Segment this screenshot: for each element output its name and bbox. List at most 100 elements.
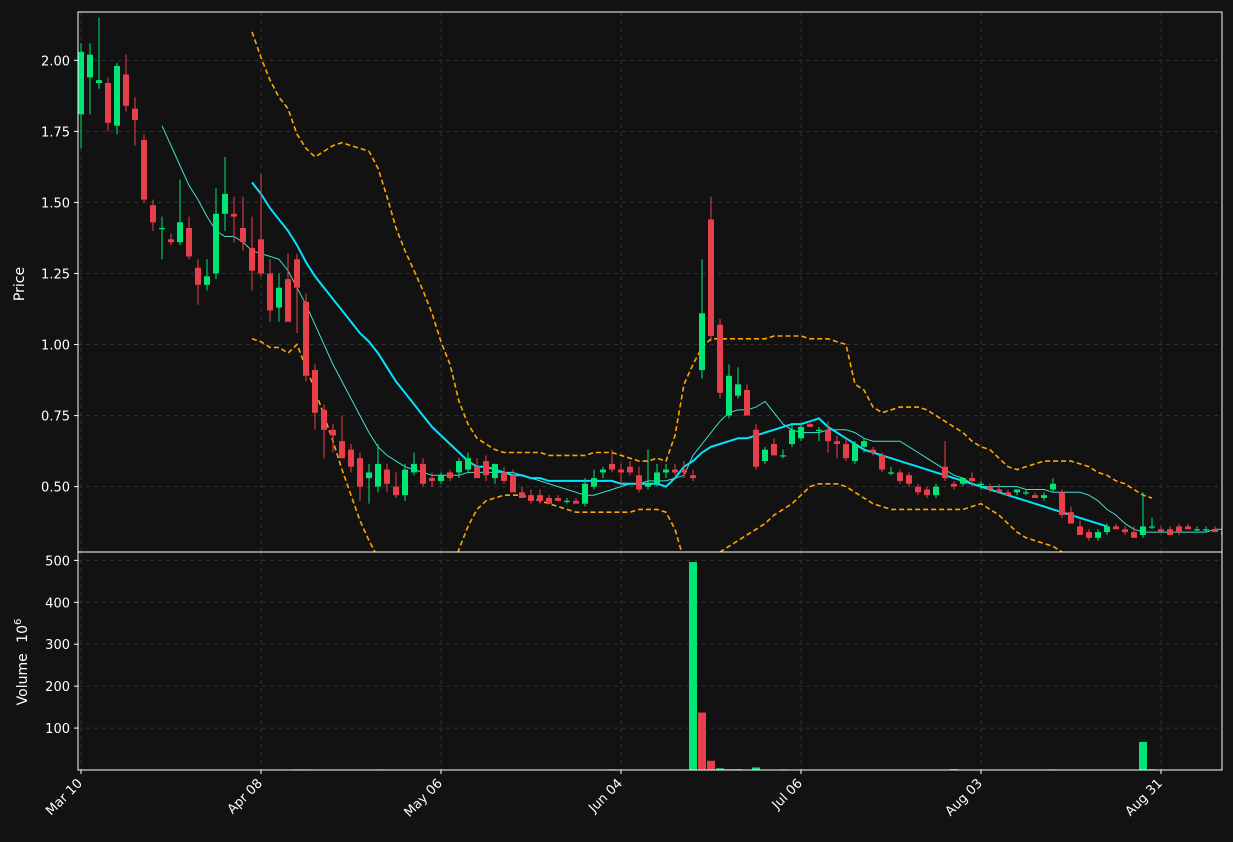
candle-body <box>897 472 903 481</box>
candle-body <box>303 301 309 376</box>
price-y-tick-label: 0.75 <box>41 410 70 425</box>
candle-body <box>645 483 651 487</box>
price-y-tick-label: 2.00 <box>41 54 70 69</box>
candle-body <box>537 495 543 501</box>
candle-body <box>627 466 633 473</box>
candle-body <box>78 51 84 115</box>
candle-body <box>1158 529 1164 533</box>
volume-axis-label-exponent-power: 6 <box>13 619 24 625</box>
candle-body <box>573 500 579 504</box>
candle-body <box>591 478 597 487</box>
candle-body <box>861 441 867 447</box>
price-y-tick-label: 0.50 <box>41 481 70 496</box>
volume-bar <box>707 760 715 770</box>
candle-body <box>402 469 408 496</box>
price-axis-label: Price <box>12 267 28 301</box>
candle-body <box>249 247 255 271</box>
candle-body <box>672 469 678 473</box>
candle-body <box>1095 532 1101 538</box>
candle-body <box>456 461 462 473</box>
candle-body <box>969 478 975 481</box>
candle-body <box>231 213 237 217</box>
volume-axis-label-space <box>15 649 31 653</box>
candle-body <box>159 228 165 230</box>
candle-body <box>528 495 534 501</box>
candle-body <box>654 472 660 484</box>
volume-bar <box>1139 741 1147 770</box>
volume-bar <box>689 562 697 770</box>
volume-axis-label-text: Volume <box>15 653 31 705</box>
candle-body <box>366 472 372 479</box>
candle-body <box>717 324 723 393</box>
candle-body <box>681 469 687 473</box>
candle-body <box>483 461 489 476</box>
candle-body <box>870 449 876 453</box>
price-y-tick-label: 1.25 <box>41 267 70 282</box>
candle-body <box>807 424 813 427</box>
volume-y-tick-label: 500 <box>45 554 70 569</box>
chart-background <box>0 0 1233 842</box>
candle-body <box>690 475 696 479</box>
candle <box>717 318 723 399</box>
volume-bar <box>698 712 706 770</box>
candle-body <box>105 83 111 123</box>
candle-body <box>186 228 192 257</box>
candle-body <box>582 483 588 504</box>
candle-body <box>915 486 921 493</box>
candle-body <box>906 475 912 484</box>
candle-body <box>177 222 183 243</box>
volume-axis-label-exponent-base: 10 <box>15 625 31 643</box>
candle-body <box>321 409 327 430</box>
candle-body <box>1023 492 1029 494</box>
candle <box>753 424 759 470</box>
candle-body <box>1077 526 1083 535</box>
candle-body <box>276 287 282 308</box>
candle-body <box>771 444 777 456</box>
candle-body <box>1176 526 1182 533</box>
candle-body <box>258 239 264 274</box>
candle-body <box>978 483 984 485</box>
candle-body <box>447 472 453 479</box>
candle-body <box>339 441 345 459</box>
candle <box>141 134 147 203</box>
candle-body <box>942 466 948 479</box>
candle-body <box>393 486 399 496</box>
candle-body <box>960 478 966 484</box>
candle <box>1059 489 1065 518</box>
candle-body <box>798 426 804 439</box>
candle <box>114 63 120 135</box>
candle-body <box>132 108 138 120</box>
candle-body <box>1050 483 1056 490</box>
candle-body <box>501 472 507 481</box>
candle-body <box>618 469 624 473</box>
candle-body <box>195 267 201 285</box>
candle-body <box>609 463 615 470</box>
price-y-tick-label: 1.50 <box>41 196 70 211</box>
candle-body <box>933 486 939 496</box>
candle-body <box>1185 526 1191 530</box>
volume-y-tick-label: 400 <box>45 596 70 611</box>
candle-body <box>357 458 363 487</box>
candle-body <box>924 489 930 496</box>
candle-body <box>1167 529 1173 535</box>
candle-body <box>348 449 354 467</box>
candle-body <box>1212 529 1218 533</box>
candle-body <box>564 500 570 503</box>
candle-body <box>312 370 318 413</box>
candle-body <box>1203 529 1209 531</box>
candle <box>303 293 309 382</box>
candle-body <box>1149 526 1155 528</box>
price-y-tick-label: 1.00 <box>41 339 70 354</box>
candle-body <box>474 466 480 479</box>
candle-body <box>780 455 786 457</box>
candle-body <box>1059 492 1065 516</box>
stock-chart: 0.50 0.75 1.00 1.25 1.50 1.75 2.00 Price 100 20… <box>0 0 1233 842</box>
candle-body <box>708 219 714 336</box>
candle-body <box>1104 526 1110 533</box>
candle-body <box>285 279 291 322</box>
volume-y-tick-label: 300 <box>45 638 70 653</box>
candle-body <box>213 213 219 274</box>
candle-body <box>555 498 561 501</box>
candle-body <box>951 483 957 487</box>
candle-body <box>663 469 669 473</box>
